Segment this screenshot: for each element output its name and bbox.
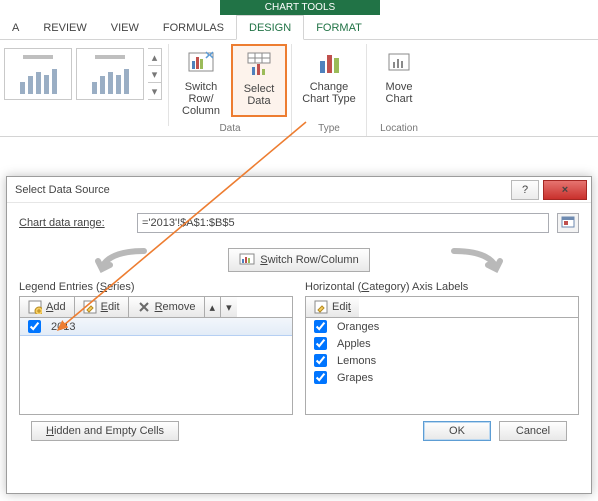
group-location: Move Chart Location: [367, 44, 431, 136]
close-icon: ×: [562, 184, 568, 196]
select-data-source-dialog: Select Data Source ? × Chart data range:…: [6, 176, 592, 494]
switch-row-column-button[interactable]: Switch Row/ Column: [173, 44, 229, 117]
axis-checkbox[interactable]: [314, 371, 327, 384]
down-icon: ▾: [226, 301, 232, 314]
edit-axis-label: Edit: [332, 301, 351, 313]
edit-series-button[interactable]: Edit: [75, 297, 129, 317]
up-icon: ▴: [210, 301, 216, 314]
chart-data-range-input[interactable]: [137, 213, 549, 233]
switch-row-column-icon: [185, 46, 217, 78]
ribbon-body: ▴ ▾ ▾ Switch Row/ Column Select Data: [0, 40, 598, 136]
change-chart-type-icon: [313, 46, 345, 78]
gallery-down-icon[interactable]: ▾: [148, 66, 161, 83]
add-series-label: Add: [46, 301, 66, 313]
axis-listbox[interactable]: Oranges Apples Lemons Grapes: [305, 317, 579, 415]
dialog-titlebar: Select Data Source ? ×: [7, 177, 591, 203]
axis-checkbox[interactable]: [314, 320, 327, 333]
switch-icon: [239, 252, 255, 268]
move-chart-icon: [383, 46, 415, 78]
hidden-empty-cells-button[interactable]: Hidden and Empty Cells: [31, 421, 179, 441]
axis-checkbox[interactable]: [314, 337, 327, 350]
help-icon: ?: [522, 184, 528, 196]
chart-style-thumb[interactable]: [76, 48, 144, 100]
axis-labels-title: Horizontal (Category) Axis Labels: [305, 281, 579, 293]
series-checkbox[interactable]: [28, 320, 41, 333]
axis-label: Apples: [337, 338, 371, 350]
remove-icon: [137, 300, 151, 314]
cancel-button[interactable]: Cancel: [499, 421, 567, 441]
range-picker-icon: [561, 216, 575, 230]
change-chart-type-label: Change Chart Type: [302, 81, 356, 105]
arrow-right-icon: [450, 247, 508, 273]
axis-label: Oranges: [337, 321, 379, 333]
series-label: 2013: [51, 321, 75, 333]
list-item[interactable]: Grapes: [306, 369, 578, 386]
move-up-button[interactable]: ▴: [205, 297, 222, 317]
switch-row-column-dialog-button[interactable]: Switch Row/Column: [228, 248, 369, 272]
tab-design[interactable]: DESIGN: [236, 15, 304, 40]
move-chart-button[interactable]: Move Chart: [371, 44, 427, 105]
arrow-left-icon: [90, 247, 148, 273]
chart-style-gallery: ▴ ▾ ▾: [4, 44, 169, 126]
chart-style-thumb[interactable]: [4, 48, 72, 100]
select-data-button[interactable]: Select Data: [231, 44, 287, 117]
list-item[interactable]: Oranges: [306, 318, 578, 335]
ribbon: CHART TOOLS A REVIEW VIEW FORMULAS DESIG…: [0, 0, 598, 137]
help-button[interactable]: ?: [511, 180, 539, 200]
axis-checkbox[interactable]: [314, 354, 327, 367]
tab-review[interactable]: REVIEW: [31, 16, 98, 39]
group-location-label: Location: [380, 123, 418, 136]
switch-row-column-dialog-label: Switch Row/Column: [260, 254, 358, 266]
series-listbox[interactable]: 2013: [19, 317, 293, 415]
gallery-more-icon[interactable]: ▾: [148, 83, 161, 99]
select-data-label: Select Data: [244, 83, 275, 107]
tab-formulas[interactable]: FORMULAS: [151, 16, 236, 39]
select-data-icon: [243, 48, 275, 80]
tab-format[interactable]: FORMAT: [304, 16, 374, 39]
axis-label: Grapes: [337, 372, 373, 384]
tab-a[interactable]: A: [0, 16, 31, 39]
range-picker-button[interactable]: [557, 213, 579, 233]
remove-series-label: Remove: [155, 301, 196, 313]
gallery-up-icon[interactable]: ▴: [148, 49, 161, 66]
close-button[interactable]: ×: [543, 180, 587, 200]
group-data-label: Data: [219, 123, 240, 136]
switch-row-column-label: Switch Row/ Column: [175, 81, 227, 117]
axis-label: Lemons: [337, 355, 376, 367]
chart-data-range-label: Chart data range:: [19, 217, 129, 229]
edit-icon: [314, 300, 328, 314]
list-item[interactable]: Lemons: [306, 352, 578, 369]
list-item[interactable]: 2013: [19, 317, 293, 336]
remove-series-button[interactable]: Remove: [129, 297, 205, 317]
group-type-label: Type: [318, 123, 340, 136]
list-item[interactable]: Apples: [306, 335, 578, 352]
legend-entries-section: Legend Entries (Series) Add Edit Remove: [19, 281, 293, 415]
move-down-button[interactable]: ▾: [221, 297, 237, 317]
axis-labels-section: Horizontal (Category) Axis Labels Edit O…: [305, 281, 579, 415]
tab-view[interactable]: VIEW: [99, 16, 151, 39]
chart-tools-title: CHART TOOLS: [220, 0, 380, 15]
ribbon-tabs: A REVIEW VIEW FORMULAS DESIGN FORMAT: [0, 15, 598, 40]
move-chart-label: Move Chart: [386, 81, 413, 105]
change-chart-type-button[interactable]: Change Chart Type: [296, 44, 362, 105]
dialog-title: Select Data Source: [15, 184, 511, 196]
edit-series-label: Edit: [101, 301, 120, 313]
gallery-scroll[interactable]: ▴ ▾ ▾: [148, 48, 162, 100]
ok-button[interactable]: OK: [423, 421, 491, 441]
group-type: Change Chart Type Type: [292, 44, 367, 136]
edit-icon: [83, 300, 97, 314]
axis-toolbar: Edit: [305, 296, 579, 317]
edit-axis-button[interactable]: Edit: [306, 297, 359, 317]
add-series-button[interactable]: Add: [20, 297, 75, 317]
group-data: Switch Row/ Column Select Data Data: [169, 44, 292, 136]
legend-entries-title: Legend Entries (Series): [19, 281, 293, 293]
add-icon: [28, 300, 42, 314]
legend-toolbar: Add Edit Remove ▴ ▾: [19, 296, 293, 317]
